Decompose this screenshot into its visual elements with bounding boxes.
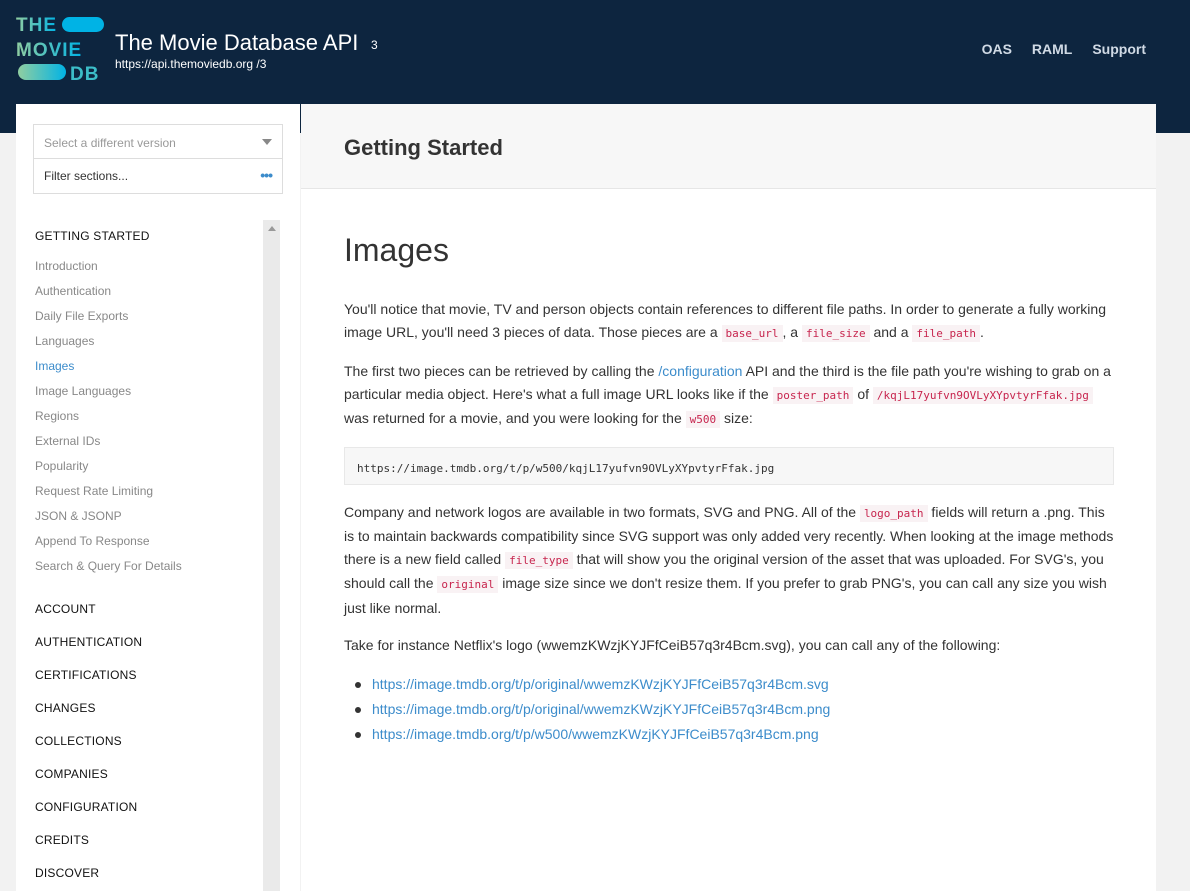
top-nav: OAS RAML Support: [982, 41, 1146, 57]
list-item: https://image.tmdb.org/t/p/original/wwem…: [344, 697, 1114, 722]
code-original: original: [437, 576, 499, 593]
section-header: Getting Started: [301, 104, 1156, 189]
example-url-code-block: https://image.tmdb.org/t/p/w500/kqjL17yu…: [344, 446, 1114, 485]
sidebar-item-rate-limiting[interactable]: Request Rate Limiting: [35, 484, 153, 498]
code-file-path: file_path: [912, 324, 981, 342]
version-select-placeholder: Select a different version: [44, 136, 176, 150]
sidebar-item-search-query[interactable]: Search & Query For Details: [35, 559, 182, 573]
nav-oas[interactable]: OAS: [982, 41, 1012, 57]
paragraph-logos: Company and network logos are available …: [344, 503, 1114, 616]
sidebar-nav: GETTING STARTED Introduction Authenticat…: [16, 220, 300, 891]
filter-placeholder: Filter sections...: [44, 169, 129, 183]
sidebar-item-popularity[interactable]: Popularity: [35, 459, 88, 473]
page-title: Images: [344, 232, 449, 268]
sidebar-item-authentication[interactable]: Authentication: [35, 284, 111, 298]
sidebar-section-authentication[interactable]: AUTHENTICATION: [35, 635, 142, 649]
version-select[interactable]: Select a different version: [33, 124, 283, 159]
sidebar-item-regions[interactable]: Regions: [35, 409, 79, 423]
example-link-w500-png[interactable]: https://image.tmdb.org/t/p/w500/wwemzKWz…: [372, 726, 819, 742]
api-title: The Movie Database API: [115, 30, 359, 55]
list-item: https://image.tmdb.org/t/p/original/wwem…: [344, 672, 1114, 697]
filter-sections-input[interactable]: Filter sections... •••: [33, 159, 283, 194]
code-logo-path: logo_path: [859, 504, 928, 522]
nav-support[interactable]: Support: [1092, 41, 1146, 57]
scroll-up-icon[interactable]: [268, 226, 276, 231]
article: Images You'll notice that movie, TV and …: [344, 230, 1114, 747]
sidebar-item-json-jsonp[interactable]: JSON & JSONP: [35, 509, 122, 523]
code-poster-path: poster_path: [772, 386, 854, 404]
sidebar-section-changes[interactable]: CHANGES: [35, 701, 96, 715]
paragraph-netflix-example: Take for instance Netflix's logo (wwemzK…: [344, 637, 1001, 653]
sidebar-item-images[interactable]: Images: [35, 359, 74, 373]
example-links-list: https://image.tmdb.org/t/p/original/wwem…: [344, 672, 1114, 747]
example-link-original-png[interactable]: https://image.tmdb.org/t/p/original/wwem…: [372, 701, 830, 717]
main-content: Getting Started Images You'll notice tha…: [301, 104, 1156, 891]
logo-line-1: THE: [16, 15, 57, 36]
sidebar-section-certifications[interactable]: CERTIFICATIONS: [35, 668, 137, 682]
sidebar: Select a different version Filter sectio…: [16, 104, 300, 891]
example-link-original-svg[interactable]: https://image.tmdb.org/t/p/original/wwem…: [372, 676, 829, 692]
code-file-type: file_type: [505, 551, 573, 569]
list-item: https://image.tmdb.org/t/p/w500/wwemzKWz…: [344, 722, 1114, 747]
sidebar-group-getting-started[interactable]: GETTING STARTED: [35, 229, 150, 243]
sidebar-section-collections[interactable]: COLLECTIONS: [35, 734, 122, 748]
paragraph-configuration: The first two pieces can be retrieved by…: [344, 363, 1111, 428]
api-version: 3: [371, 38, 378, 52]
code-w500: w500: [685, 411, 721, 428]
code-file-size: file_size: [801, 324, 870, 342]
sidebar-section-companies[interactable]: COMPANIES: [35, 767, 108, 781]
sidebar-item-image-languages[interactable]: Image Languages: [35, 384, 131, 398]
nav-raml[interactable]: RAML: [1032, 41, 1072, 57]
sidebar-section-account[interactable]: ACCOUNT: [35, 602, 96, 616]
sidebar-item-languages[interactable]: Languages: [35, 334, 94, 348]
sidebar-section-discover[interactable]: DISCOVER: [35, 866, 99, 880]
more-icon[interactable]: •••: [260, 167, 273, 183]
configuration-link[interactable]: /configuration: [658, 363, 742, 379]
tmdb-logo[interactable]: THE MOVIE DB: [16, 14, 106, 84]
sidebar-section-credits[interactable]: CREDITS: [35, 833, 89, 847]
chevron-down-icon: [262, 139, 272, 145]
api-base-url: https://api.themoviedb.org /3: [115, 57, 267, 71]
paragraph-file-paths: You'll notice that movie, TV and person …: [344, 301, 1106, 342]
code-base-url: base_url: [721, 324, 783, 342]
section-title: Getting Started: [344, 135, 503, 160]
sidebar-item-introduction[interactable]: Introduction: [35, 259, 98, 273]
code-example-path: /kqjL17yufvn9OVLyXYpvtyrFfak.jpg: [872, 386, 1093, 404]
logo-line-2: MOVIE: [16, 40, 82, 61]
logo-line-3: DB: [70, 64, 99, 84]
sidebar-item-daily-file-exports[interactable]: Daily File Exports: [35, 309, 128, 323]
sidebar-item-append-to-response[interactable]: Append To Response: [35, 534, 150, 548]
sidebar-section-configuration[interactable]: CONFIGURATION: [35, 800, 137, 814]
sidebar-scrollbar[interactable]: [263, 220, 280, 891]
sidebar-item-external-ids[interactable]: External IDs: [35, 434, 100, 448]
